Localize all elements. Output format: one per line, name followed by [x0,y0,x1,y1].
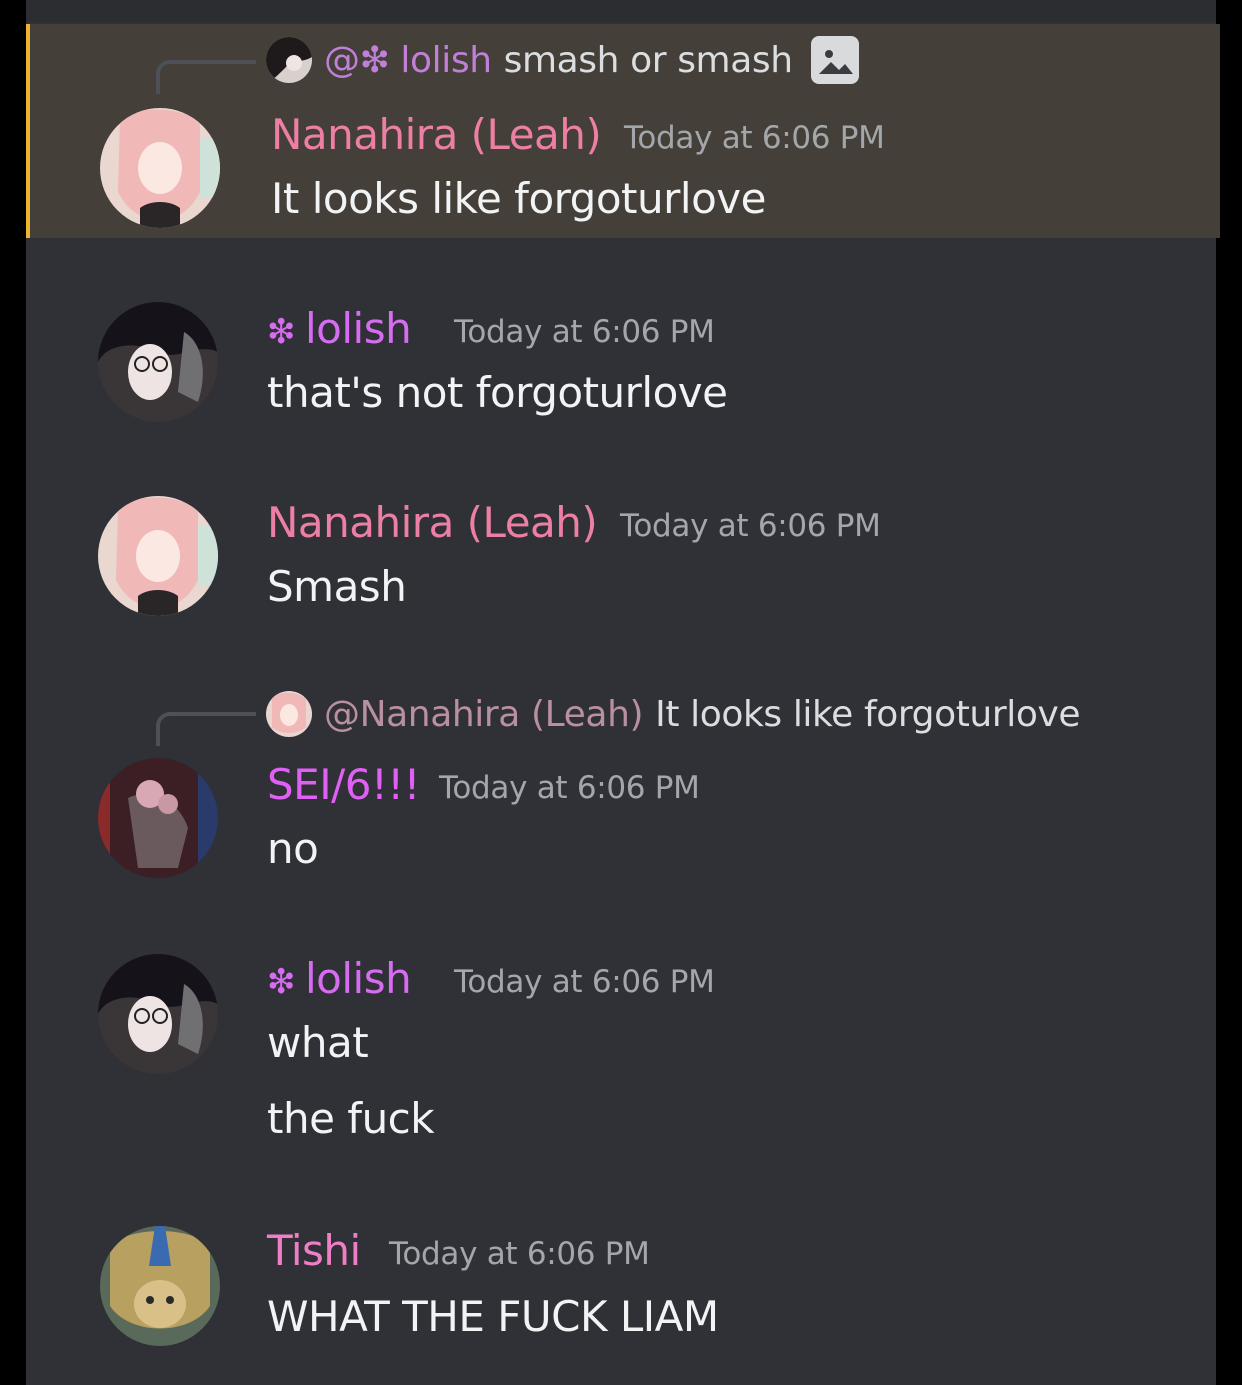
timestamp: Today at 6:06 PM [620,508,881,544]
role-icon: ❇ [267,312,296,352]
author-name[interactable]: SEI/6!!! [267,760,420,809]
message-text: Smash [267,562,407,611]
message-item[interactable]: ❇ lolish Today at 6:06 PM what the fuck [26,942,1216,1162]
reply-spine [156,60,256,94]
author-name[interactable]: Nanahira (Leah) [271,110,602,159]
avatar[interactable] [100,1226,220,1346]
reply-preview[interactable]: @❇ lolish smash or smash [266,34,859,86]
reply-avatar [266,691,312,737]
top-divider [26,0,1216,22]
message-item[interactable]: @❇ lolish smash or smash Nanahira (Leah)… [26,24,1220,238]
message-item[interactable]: @Nanahira (Leah) It looks like forgoturl… [26,684,1216,894]
reply-mention[interactable]: @Nanahira (Leah) [324,694,644,735]
chat-panel: @❇ lolish smash or smash Nanahira (Leah)… [26,0,1220,1385]
message-text: what [267,1018,369,1067]
message-item[interactable]: ❇ lolish Today at 6:06 PM that's not forg… [26,290,1216,440]
reply-spine [156,712,256,746]
message-item[interactable]: Nanahira (Leah) Today at 6:06 PM Smash [26,486,1216,636]
author-name[interactable]: ❇ lolish [267,954,412,1003]
reply-mention[interactable]: @❇ lolish [324,40,492,81]
timestamp: Today at 6:06 PM [389,1236,650,1272]
timestamp: Today at 6:06 PM [439,770,700,806]
author-name[interactable]: Nanahira (Leah) [267,498,598,547]
reply-preview[interactable]: @Nanahira (Leah) It looks like forgoturl… [266,688,1081,740]
reply-text: smash or smash [503,39,793,81]
timestamp: Today at 6:06 PM [454,964,715,1000]
avatar[interactable] [98,302,218,422]
timestamp: Today at 6:06 PM [454,314,715,350]
author-name[interactable]: ❇ lolish [267,304,412,353]
role-icon: ❇ [267,962,296,1002]
avatar[interactable] [98,496,218,616]
message-text: It looks like forgoturlove [271,174,766,223]
message-text: the fuck [267,1094,435,1143]
message-text: WHAT THE FUCK LIAM [267,1292,719,1341]
avatar[interactable] [98,758,218,878]
avatar[interactable] [100,108,220,228]
message-text: that's not forgoturlove [267,368,728,417]
message-item[interactable]: Tishi Today at 6:06 PM WHAT THE FUCK LIA… [26,1214,1216,1364]
timestamp: Today at 6:06 PM [624,120,885,156]
reply-avatar [266,37,312,83]
image-attachment-icon [810,36,859,84]
message-text: no [267,824,319,873]
reply-text: It looks like forgoturlove [655,693,1081,735]
avatar[interactable] [98,954,218,1074]
author-name[interactable]: Tishi [267,1226,361,1275]
